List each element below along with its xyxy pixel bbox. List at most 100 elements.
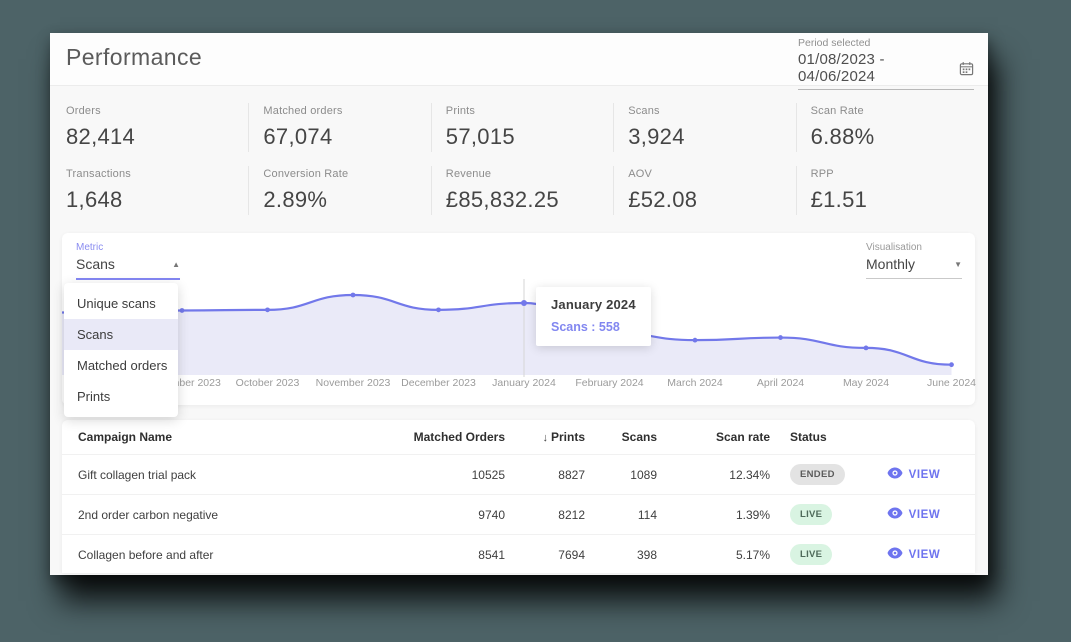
kpi-label: RPP: [811, 168, 978, 180]
kpi-label: Revenue: [446, 168, 613, 180]
kpi-label: AOV: [628, 168, 795, 180]
status-badge: LIVE: [790, 504, 832, 525]
menu-item-prints[interactable]: Prints: [64, 381, 178, 412]
chart-tooltip: January 2024 Scans : 558: [536, 287, 651, 346]
menu-item-scans[interactable]: Scans: [64, 319, 178, 350]
date-range-picker[interactable]: Period selected 01/08/2023 - 04/06/2024: [798, 37, 974, 90]
view-button-label: VIEW: [909, 509, 941, 521]
kpi-value: £1.51: [811, 187, 978, 213]
scans-value: 398: [585, 548, 657, 562]
axis-label: June 2024: [927, 377, 976, 389]
kpi-rpp: RPP £1.51: [796, 166, 978, 215]
axis-label: February 2024: [575, 377, 643, 389]
kpi-conversion-rate: Conversion Rate 2.89%: [248, 166, 430, 215]
kpi-summary: Orders 82,414 Matched orders 67,074 Prints…: [66, 103, 978, 215]
metric-dropdown-menu: Unique scans Scans Matched orders Prints: [64, 283, 178, 417]
table-row: Collagen before and after 8541 7694 398 …: [62, 534, 975, 573]
kpi-label: Scan Rate: [811, 105, 978, 117]
kpi-value: £52.08: [628, 187, 795, 213]
eye-icon: [887, 547, 903, 562]
scan-rate-value: 12.34%: [657, 468, 770, 482]
kpi-revenue: Revenue £85,832.25: [431, 166, 613, 215]
matched-orders-value: 8541: [398, 548, 505, 562]
eye-icon: [887, 507, 903, 522]
sort-descending-icon: ↓: [542, 432, 548, 444]
scan-rate-value: 5.17%: [657, 548, 770, 562]
metric-select-label: Metric: [76, 242, 180, 253]
kpi-value: 6.88%: [811, 124, 978, 150]
col-scan-rate[interactable]: Scan rate: [657, 430, 770, 444]
kpi-value: 2.89%: [263, 187, 430, 213]
kpi-aov: AOV £52.08: [613, 166, 795, 215]
kpi-label: Conversion Rate: [263, 168, 430, 180]
period-selected-value: 01/08/2023 - 04/06/2024: [798, 51, 953, 85]
page-title: Performance: [66, 44, 202, 71]
scans-value: 114: [585, 508, 657, 522]
axis-label: October 2023: [236, 377, 300, 389]
menu-item-unique-scans[interactable]: Unique scans: [64, 288, 178, 319]
campaign-name: 2nd order carbon negative: [78, 508, 398, 522]
metric-select[interactable]: Metric Scans ▲: [76, 242, 180, 280]
performance-dashboard: Performance Period selected 01/08/2023 -…: [50, 33, 988, 575]
kpi-label: Orders: [66, 105, 248, 117]
kpi-value: 1,648: [66, 187, 248, 213]
scan-rate-value: 1.39%: [657, 508, 770, 522]
kpi-matched-orders: Matched orders 67,074: [248, 103, 430, 152]
axis-label: April 2024: [757, 377, 804, 389]
kpi-label: Matched orders: [263, 105, 430, 117]
status-badge: ENDED: [790, 464, 845, 485]
col-scans[interactable]: Scans: [585, 430, 657, 444]
campaign-name: Collagen before and after: [78, 548, 398, 562]
table-row: Gift collagen trial pack 10525 8827 1089…: [62, 454, 975, 494]
dashboard-header: Performance Period selected 01/08/2023 -…: [50, 33, 988, 86]
axis-label: May 2024: [843, 377, 889, 389]
kpi-label: Scans: [628, 105, 795, 117]
col-prints[interactable]: ↓Prints: [505, 430, 585, 444]
axis-label: March 2024: [667, 377, 722, 389]
view-button[interactable]: VIEW: [881, 466, 947, 483]
view-button[interactable]: VIEW: [881, 506, 947, 523]
kpi-label: Prints: [446, 105, 613, 117]
kpi-value: 82,414: [66, 124, 248, 150]
period-selected-label: Period selected: [798, 37, 974, 49]
desktop-background: Performance Period selected 01/08/2023 -…: [0, 0, 1071, 642]
col-campaign-name[interactable]: Campaign Name: [78, 430, 398, 444]
scans-value: 1089: [585, 468, 657, 482]
table-header-row: Campaign Name Matched Orders ↓Prints Sca…: [62, 420, 975, 454]
table-row: 2nd order carbon negative 9740 8212 114 …: [62, 494, 975, 534]
matched-orders-value: 10525: [398, 468, 505, 482]
view-button-label: VIEW: [909, 469, 941, 481]
prints-value: 8827: [505, 468, 585, 482]
metric-select-value: Scans: [76, 256, 115, 272]
axis-label: January 2024: [492, 377, 556, 389]
view-button-label: VIEW: [909, 549, 941, 561]
view-button[interactable]: VIEW: [881, 546, 947, 563]
kpi-value: 3,924: [628, 124, 795, 150]
col-matched-orders[interactable]: Matched Orders: [398, 430, 505, 444]
scans-line-chart[interactable]: [62, 273, 975, 378]
kpi-value: £85,832.25: [446, 187, 613, 213]
kpi-scan-rate: Scan Rate 6.88%: [796, 103, 978, 152]
calendar-icon[interactable]: [959, 61, 974, 76]
kpi-label: Transactions: [66, 168, 248, 180]
status-badge: LIVE: [790, 544, 832, 565]
prints-value: 8212: [505, 508, 585, 522]
scans-chart-panel: Metric Scans ▲ Visualisation Monthly ▼: [62, 233, 975, 405]
visualisation-select-label: Visualisation: [866, 242, 962, 253]
visualisation-select-value: Monthly: [866, 256, 915, 272]
chart-x-axis: September 2023 October 2023 November 202…: [62, 377, 975, 391]
col-status[interactable]: Status: [770, 430, 868, 444]
kpi-transactions: Transactions 1,648: [66, 166, 248, 215]
campaign-name: Gift collagen trial pack: [78, 468, 398, 482]
kpi-scans: Scans 3,924: [613, 103, 795, 152]
chart-area: [62, 295, 952, 375]
prints-value: 7694: [505, 548, 585, 562]
kpi-orders: Orders 82,414: [66, 103, 248, 152]
kpi-value: 67,074: [263, 124, 430, 150]
campaign-table: Campaign Name Matched Orders ↓Prints Sca…: [62, 420, 975, 573]
axis-label: December 2023: [401, 377, 476, 389]
chart-tooltip-title: January 2024: [551, 297, 636, 312]
menu-item-matched-orders[interactable]: Matched orders: [64, 350, 178, 381]
kpi-prints: Prints57,015: [431, 103, 613, 152]
eye-icon: [887, 467, 903, 482]
